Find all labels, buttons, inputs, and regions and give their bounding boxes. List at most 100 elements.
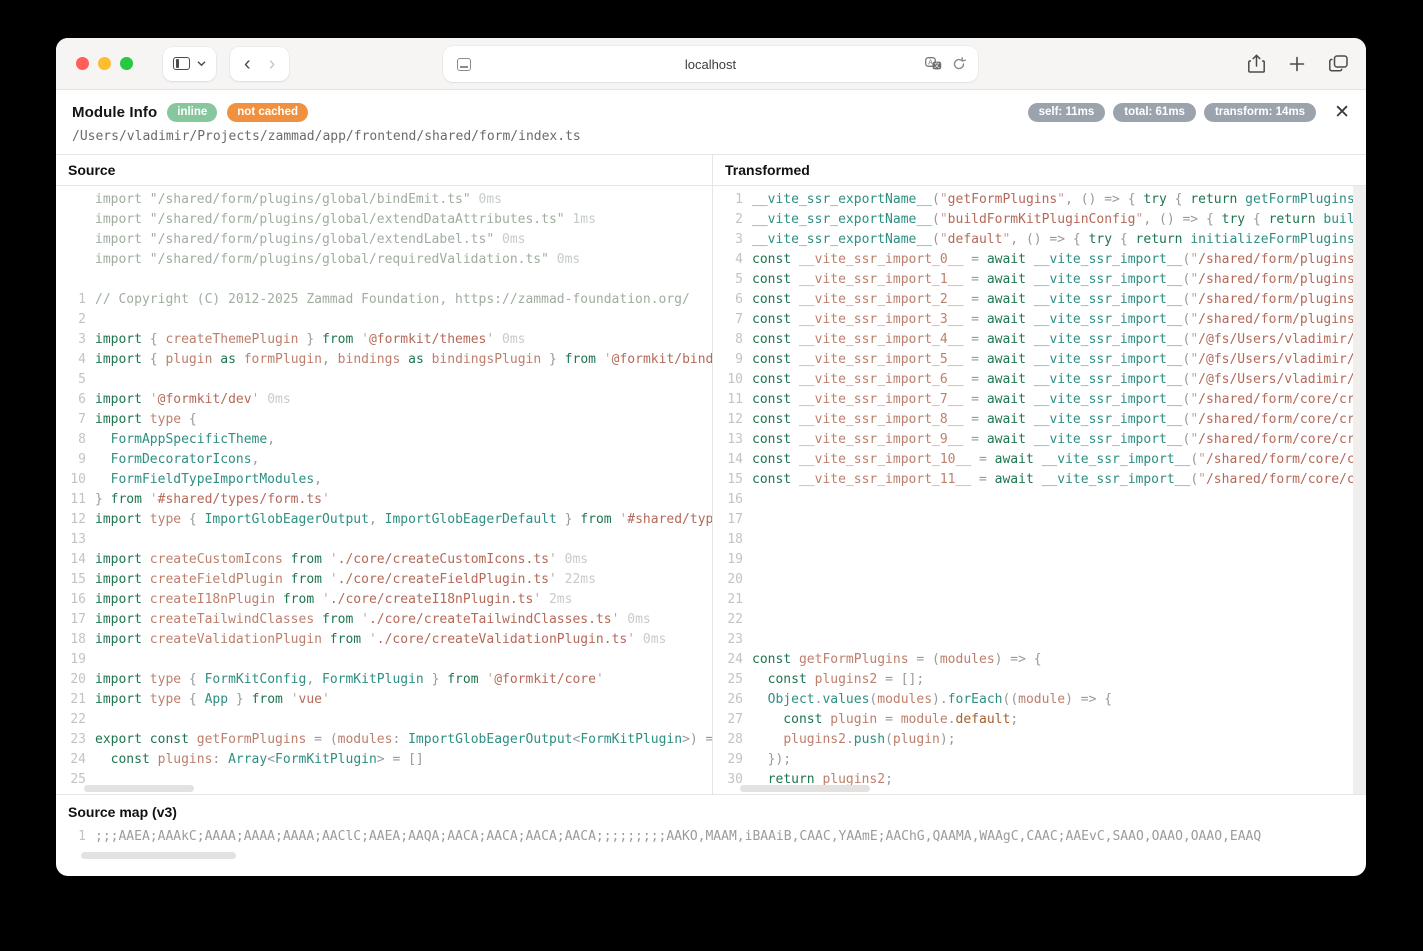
line-number: 25 — [56, 770, 86, 790]
line-number: 7 — [56, 410, 86, 430]
code-line: 3 import { createThemePlugin } from '@for… — [56, 330, 712, 350]
code-line: 9const __vite_ssr_import_5__ = await __v… — [713, 350, 1366, 370]
line-number: 6 — [56, 390, 86, 410]
close-icon[interactable]: ✕ — [1334, 103, 1350, 122]
source-code[interactable]: import "/shared/form/plugins/global/bind… — [56, 186, 713, 794]
line-number: 15 — [56, 570, 86, 590]
sourcemap-title: Source map (v3) — [56, 795, 1366, 826]
code-text: import { createThemePlugin } from '@form… — [95, 330, 526, 350]
line-number: 27 — [713, 710, 743, 730]
line-number: 1 — [56, 290, 86, 310]
code-line: 17 — [713, 510, 1366, 530]
code-text: const plugins2 = []; — [752, 670, 924, 690]
code-line: 10const __vite_ssr_import_6__ = await __… — [713, 370, 1366, 390]
line-number: 24 — [56, 750, 86, 770]
line-number: 23 — [56, 730, 86, 750]
code-line: 21 import type { App } from 'vue' — [56, 690, 712, 710]
code-line: import "/shared/form/plugins/global/exte… — [56, 230, 712, 250]
code-line: 5 — [56, 370, 712, 390]
code-text: import "/shared/form/plugins/global/exte… — [95, 230, 525, 250]
code-line: 18 — [713, 530, 1366, 550]
code-line: 11const __vite_ssr_import_7__ = await __… — [713, 390, 1366, 410]
line-number: 2 — [713, 210, 743, 230]
sourcemap-section: Source map (v3) 1;;;AAEA;AAAkC;AAAA;AAAA… — [56, 794, 1366, 862]
code-text: import createI18nPlugin from './core/cre… — [95, 590, 572, 610]
code-line: 22 — [713, 610, 1366, 630]
code-line: 1__vite_ssr_exportName__("getFormPlugins… — [713, 190, 1366, 210]
code-text: const __vite_ssr_import_4__ = await __vi… — [752, 330, 1366, 350]
timing-badges: self: 11ms total: 61ms transform: 14ms — [1028, 103, 1316, 122]
code-line: 1;;;AAEA;AAAkC;AAAA;AAAA;AAAA;AAClC;AAEA… — [56, 826, 1366, 848]
code-line: 23 — [713, 630, 1366, 650]
line-number: 12 — [713, 410, 743, 430]
toolbar-right-buttons — [1248, 54, 1348, 74]
line-number: 5 — [56, 370, 86, 390]
code-text: import "/shared/form/plugins/global/requ… — [95, 250, 580, 270]
translate-icon[interactable]: A文 — [925, 57, 942, 71]
sourcemap-horizontal-scrollbar[interactable] — [81, 852, 236, 859]
code-line: 12const __vite_ssr_import_8__ = await __… — [713, 410, 1366, 430]
browser-window: ‹ › localhost A文 — [56, 38, 1366, 876]
line-number: 16 — [56, 590, 86, 610]
transform-time-badge: transform: 14ms — [1204, 103, 1316, 122]
line-number: 20 — [713, 570, 743, 590]
code-line: 22 — [56, 710, 712, 730]
line-number: 1 — [713, 190, 743, 210]
line-number: 9 — [56, 450, 86, 470]
code-text: import "/shared/form/plugins/global/exte… — [95, 210, 596, 230]
back-button[interactable]: ‹ — [244, 54, 251, 74]
reload-icon[interactable] — [952, 57, 966, 71]
code-line — [56, 270, 712, 290]
transformed-panel-title: Transformed — [713, 155, 1366, 185]
line-number: 13 — [56, 530, 86, 550]
vertical-scrollbar[interactable] — [1353, 186, 1366, 794]
forward-button[interactable]: › — [269, 54, 276, 74]
code-line: 6import '@formkit/dev' 0ms — [56, 390, 712, 410]
module-file-path: /Users/vladimir/Projects/zammad/app/fron… — [72, 129, 1350, 144]
transformed-code[interactable]: 1__vite_ssr_exportName__("getFormPlugins… — [713, 186, 1366, 794]
line-number: 4 — [713, 250, 743, 270]
line-number — [56, 210, 86, 230]
line-number: 28 — [713, 730, 743, 750]
new-tab-icon[interactable] — [1289, 56, 1305, 72]
address-bar[interactable]: localhost A文 — [443, 46, 978, 82]
code-line: 7import type { — [56, 410, 712, 430]
code-text: } from '#shared/types/form.ts' — [95, 490, 330, 510]
source-horizontal-scrollbar[interactable] — [84, 785, 194, 792]
line-number: 26 — [713, 690, 743, 710]
transformed-horizontal-scrollbar[interactable] — [740, 785, 870, 792]
line-number — [56, 270, 86, 290]
line-number: 15 — [713, 470, 743, 490]
code-text: import createCustomIcons from './core/cr… — [95, 550, 588, 570]
line-number: 25 — [713, 670, 743, 690]
code-text: import createFieldPlugin from './core/cr… — [95, 570, 596, 590]
sidebar-toggle-button[interactable] — [163, 47, 216, 81]
line-number: 18 — [713, 530, 743, 550]
code-line: 2__vite_ssr_exportName__("buildFormKitPl… — [713, 210, 1366, 230]
code-text: import type { App } from 'vue' — [95, 690, 330, 710]
code-text: import type { FormKitConfig, FormKitPlug… — [95, 670, 604, 690]
code-line: import "/shared/form/plugins/global/requ… — [56, 250, 712, 270]
line-number: 21 — [56, 690, 86, 710]
window-minimize-button[interactable] — [98, 57, 111, 70]
code-line: 18import createValidationPlugin from './… — [56, 630, 712, 650]
code-line: 14const __vite_ssr_import_10__ = await _… — [713, 450, 1366, 470]
code-line: 3__vite_ssr_exportName__("default", () =… — [713, 230, 1366, 250]
line-number: 11 — [56, 490, 86, 510]
window-zoom-button[interactable] — [120, 57, 133, 70]
tab-overview-icon[interactable] — [1329, 55, 1348, 72]
line-number: 29 — [713, 750, 743, 770]
code-line: 11 } from '#shared/types/form.ts' — [56, 490, 712, 510]
url-text[interactable]: localhost — [443, 57, 978, 72]
code-text: import createValidationPlugin from './co… — [95, 630, 666, 650]
sidebar-icon — [173, 57, 190, 70]
code-line: 29 }); — [713, 750, 1366, 770]
code-text: const __vite_ssr_import_0__ = await __vi… — [752, 250, 1366, 270]
line-number: 3 — [56, 330, 86, 350]
code-line: 4import { plugin as formPlugin, bindings… — [56, 350, 712, 370]
share-icon[interactable] — [1248, 54, 1265, 74]
code-line: 20import type { FormKitConfig, FormKitPl… — [56, 670, 712, 690]
source-panel-title: Source — [56, 155, 713, 185]
window-close-button[interactable] — [76, 57, 89, 70]
line-number — [56, 190, 86, 210]
